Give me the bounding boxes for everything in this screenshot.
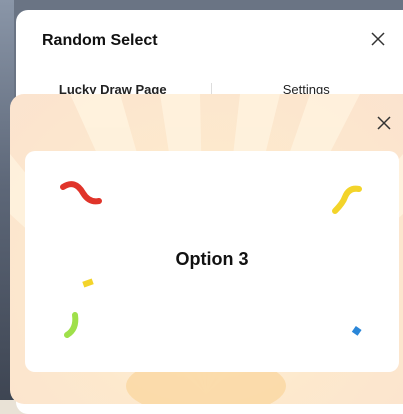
close-icon <box>377 116 391 130</box>
result-overlay: Option 3 <box>10 94 403 404</box>
result-card: Option 3 <box>25 151 399 372</box>
confetti-green <box>64 312 79 338</box>
close-icon <box>371 32 385 46</box>
confetti-blue <box>351 326 362 336</box>
dialog-title: Random Select <box>42 32 158 49</box>
confetti-yellow <box>332 185 362 214</box>
confetti-red <box>60 181 102 205</box>
overlay-close-button[interactable] <box>373 112 395 134</box>
confetti-yellow-small <box>82 278 94 288</box>
dialog-close-button[interactable] <box>367 28 389 50</box>
result-text: Option 3 <box>175 249 249 269</box>
